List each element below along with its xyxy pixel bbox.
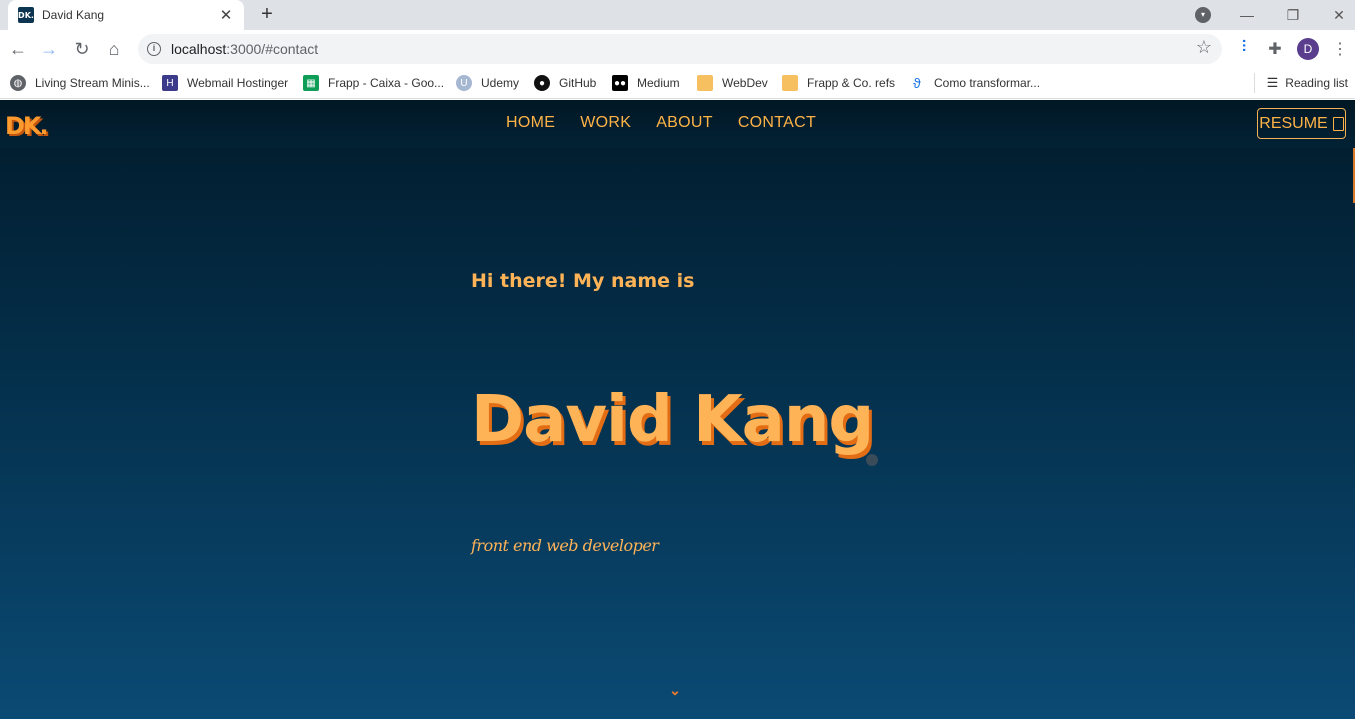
github-icon: ●: [534, 75, 550, 91]
bookmark-item[interactable]: WebDev: [697, 73, 768, 93]
nav-contact[interactable]: CONTACT: [738, 114, 816, 132]
nav-links: HOME WORK ABOUT CONTACT: [506, 114, 816, 132]
bookmark-item[interactable]: ● GitHub: [534, 73, 596, 93]
pdf-icon: [1332, 116, 1344, 131]
globe-icon: ◍: [10, 75, 26, 91]
medium-icon: ●●: [612, 75, 628, 91]
browser-toolbar: ← → ↻ ⌂ i localhost:3000/#contact ☆ ⫶ ✚ …: [0, 30, 1355, 68]
bookmark-item[interactable]: U Udemy: [456, 73, 519, 93]
menu-kebab-icon[interactable]: ⋮: [1330, 39, 1350, 59]
window-close-icon[interactable]: ✕: [1316, 0, 1355, 30]
puzzle-icon[interactable]: ✚: [1265, 39, 1285, 59]
restore-icon[interactable]: ❐: [1270, 0, 1316, 30]
hero-name: David Kang: [471, 383, 874, 457]
bookmarks-bar: ◍ Living Stream Minis... H Webmail Hosting…: [0, 68, 1355, 99]
browser-tab-strip: DK. David Kang ✕ + ▾ — ❐ ✕: [0, 0, 1355, 30]
info-icon[interactable]: i: [147, 42, 161, 56]
new-tab-button[interactable]: +: [256, 4, 278, 26]
home-icon[interactable]: ⌂: [102, 37, 126, 61]
site-navbar: DK. HOME WORK ABOUT CONTACT RESUME: [0, 100, 1355, 148]
extension-icon[interactable]: ⫶: [1234, 39, 1254, 59]
bookmark-item[interactable]: ▦ Frapp - Caixa - Goo...: [303, 73, 444, 93]
sheets-icon: ▦: [303, 75, 319, 91]
page-content: DK. HOME WORK ABOUT CONTACT RESUME Hi th…: [0, 100, 1355, 719]
minimize-icon[interactable]: —: [1224, 0, 1270, 30]
site-favicon-icon: DK.: [18, 7, 34, 23]
hero-greeting: Hi there! My name is: [471, 270, 695, 292]
bookmark-item[interactable]: Frapp & Co. refs: [782, 73, 895, 93]
folder-icon: [782, 75, 798, 91]
url-text[interactable]: localhost:3000/#contact: [171, 41, 318, 57]
udemy-icon: U: [456, 75, 472, 91]
hostinger-icon: H: [162, 75, 178, 91]
bookmark-star-icon[interactable]: ☆: [1196, 37, 1212, 58]
browser-tab[interactable]: DK. David Kang ✕: [8, 0, 244, 30]
bookmark-item[interactable]: ●● Medium: [612, 73, 680, 93]
bookmark-icon: ϑ: [909, 75, 925, 91]
close-tab-icon[interactable]: ✕: [218, 6, 234, 24]
chevron-down-icon[interactable]: ⌄: [668, 683, 682, 697]
resume-label: RESUME: [1259, 114, 1328, 132]
tab-title: David Kang: [42, 8, 105, 22]
tab-search-icon[interactable]: ▾: [1195, 7, 1211, 23]
bookmark-item[interactable]: ϑ Como transformar...: [909, 73, 1040, 93]
nav-home[interactable]: HOME: [506, 114, 555, 132]
reading-list-icon: ☰: [1266, 75, 1279, 90]
hero-role: front end web developer: [471, 536, 659, 555]
profile-avatar[interactable]: D: [1297, 38, 1319, 60]
nav-work[interactable]: WORK: [580, 114, 631, 132]
bookmark-item[interactable]: H Webmail Hostinger: [162, 73, 288, 93]
site-logo[interactable]: DK.: [5, 112, 49, 140]
folder-icon: [697, 75, 713, 91]
bookmark-item[interactable]: ◍ Living Stream Minis...: [10, 73, 150, 93]
nav-about[interactable]: ABOUT: [656, 114, 713, 132]
back-icon[interactable]: ←: [6, 37, 30, 61]
address-bar[interactable]: i localhost:3000/#contact ☆: [138, 34, 1222, 64]
forward-icon[interactable]: →: [37, 37, 61, 61]
resume-button[interactable]: RESUME: [1257, 108, 1346, 139]
reading-list-button[interactable]: ☰ Reading list: [1253, 73, 1348, 93]
reload-icon[interactable]: ↻: [70, 37, 94, 61]
decorative-dot: [866, 454, 878, 466]
